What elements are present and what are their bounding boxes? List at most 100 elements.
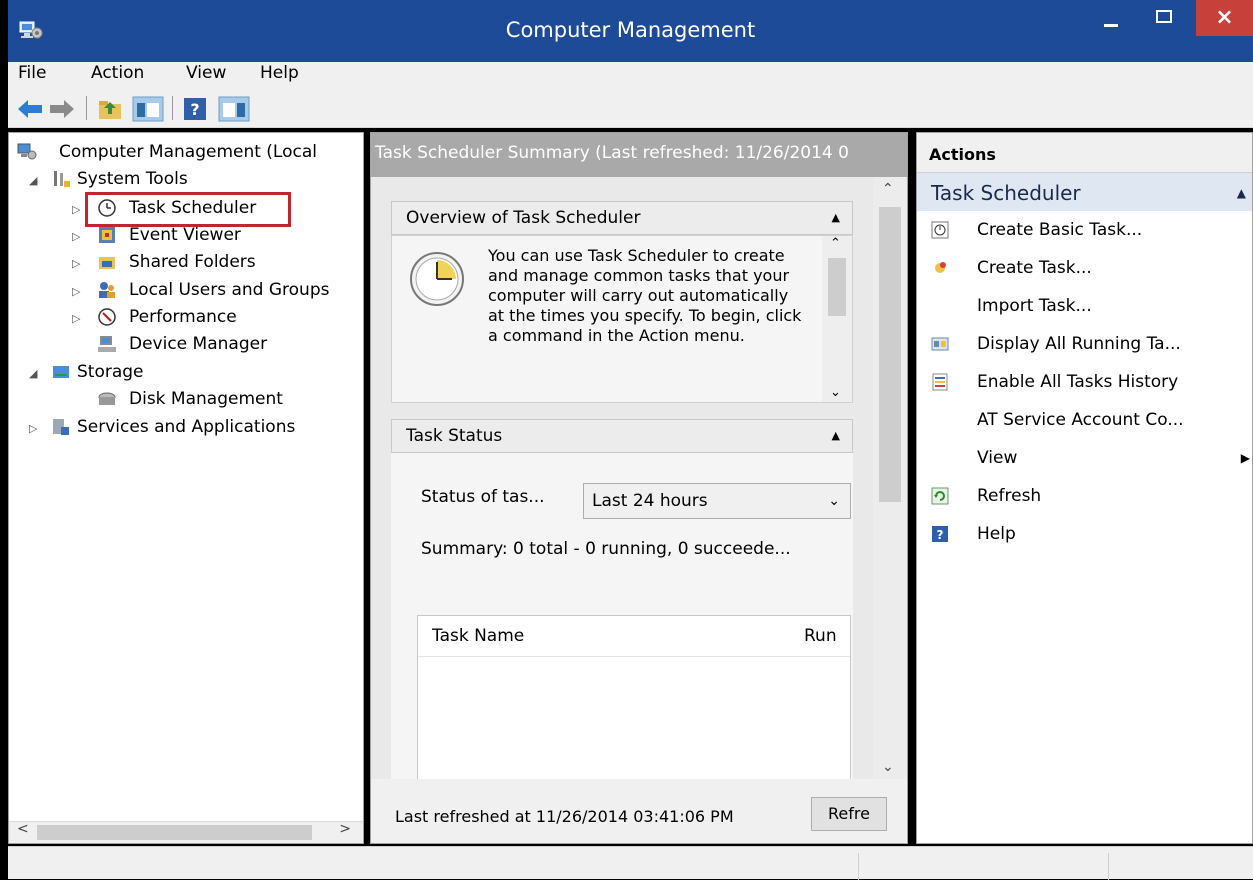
action-at-service-account[interactable]: AT Service Account Co... [917, 401, 1252, 439]
expand-arrow-icon[interactable]: ▷ [72, 224, 80, 250]
maximize-icon [1156, 10, 1172, 23]
scrollbar-thumb[interactable] [879, 207, 901, 502]
expand-arrow-icon[interactable]: ▷ [72, 279, 80, 305]
shared-folders-icon [99, 257, 115, 269]
storage-icon [53, 366, 69, 378]
users-icon [99, 282, 115, 298]
overview-section-header[interactable]: Overview of Task Scheduler ▲ [391, 201, 853, 235]
task-status-area: Status of tas... Last 24 hours ⌄ Summary… [391, 453, 853, 779]
scroll-left-icon[interactable]: < [17, 821, 29, 837]
task-table[interactable]: Task Name Run [417, 615, 851, 779]
scroll-right-icon[interactable]: > [339, 821, 351, 837]
close-icon: × [1215, 5, 1234, 30]
create-task-icon [935, 262, 946, 273]
help-icon: ? [932, 526, 948, 542]
scroll-down-icon[interactable]: ⌄ [882, 759, 894, 775]
maximize-button[interactable] [1143, 0, 1183, 36]
overview-scrollbar[interactable]: ⌃ ⌄ [822, 236, 852, 402]
disk-management-icon [98, 392, 116, 405]
action-create-basic-task[interactable]: Create Basic Task... [917, 211, 1252, 249]
status-label: Status of tas... [421, 487, 545, 507]
menu-action[interactable]: Action [91, 63, 144, 83]
running-tasks-icon [931, 337, 949, 351]
performance-icon [98, 308, 116, 326]
action-create-task[interactable]: Create Task... [917, 249, 1252, 287]
menu-bar: File Action View Help [8, 62, 1253, 90]
action-display-all-running-tasks[interactable]: Display All Running Ta... [917, 325, 1252, 363]
status-bar-divider [1108, 853, 1109, 880]
actions-group-task-scheduler[interactable]: Task Scheduler ▲ [917, 173, 1252, 211]
svg-text:?: ? [937, 528, 944, 542]
title-bar[interactable]: Computer Management × [8, 0, 1253, 62]
menu-help[interactable]: Help [260, 63, 299, 83]
refresh-button[interactable]: Refre [811, 797, 887, 831]
status-period-select[interactable]: Last 24 hours ⌄ [583, 483, 851, 519]
help-icon[interactable]: ? [182, 96, 208, 122]
refresh-icon [931, 487, 949, 505]
status-bar-divider [858, 853, 859, 880]
show-hide-tree-icon[interactable] [132, 96, 164, 122]
summary-text: Summary: 0 total - 0 running, 0 succeede… [421, 539, 791, 559]
scroll-up-icon[interactable]: ⌃ [882, 181, 894, 197]
scrollbar-thumb[interactable] [37, 825, 312, 840]
collapse-arrow-icon[interactable]: ◢ [29, 361, 37, 387]
action-enable-all-tasks-history[interactable]: Enable All Tasks History [917, 363, 1252, 401]
collapse-arrow-icon[interactable]: ◢ [29, 168, 37, 194]
last-refreshed-text: Last refreshed at 11/26/2014 03:41:06 PM [395, 807, 734, 826]
expand-arrow-icon[interactable]: ▷ [72, 306, 80, 332]
chevron-down-icon: ⌄ [828, 493, 840, 509]
action-refresh[interactable]: Refresh [917, 477, 1252, 515]
close-button[interactable]: × [1196, 0, 1253, 36]
collapse-caret-icon[interactable]: ▲ [832, 202, 840, 234]
system-tools-icon [54, 171, 70, 187]
center-footer: Last refreshed at 11/26/2014 03:41:06 PM… [371, 779, 907, 843]
toolbar: ? [8, 90, 1253, 128]
overview-text: You can use Task Scheduler to create and… [488, 246, 802, 345]
scrollbar-thumb[interactable] [828, 258, 846, 316]
console-tree-pane[interactable]: Computer Management (Local ◢ System Tool… [8, 132, 364, 844]
show-hide-action-pane-icon[interactable] [218, 96, 250, 122]
column-header-run[interactable]: Run [804, 616, 837, 656]
scroll-down-icon[interactable]: ⌄ [830, 385, 841, 400]
table-header-divider [418, 656, 850, 657]
horizontal-scrollbar[interactable]: < > [9, 821, 363, 843]
status-bar [8, 846, 1253, 880]
expand-arrow-icon[interactable]: ▷ [29, 416, 37, 442]
task-scheduler-summary-pane: Task Scheduler Summary (Last refreshed: … [370, 132, 908, 844]
action-view[interactable]: View ▶ [917, 439, 1252, 477]
forward-arrow-icon[interactable] [48, 96, 76, 122]
center-body[interactable]: Overview of Task Scheduler ▲ You can use… [371, 177, 907, 779]
center-header: Task Scheduler Summary (Last refreshed: … [371, 133, 907, 177]
collapse-caret-icon[interactable]: ▲ [832, 420, 840, 452]
device-manager-icon [98, 336, 116, 352]
history-icon [932, 373, 948, 391]
up-folder-icon[interactable] [96, 96, 124, 122]
computer-management-icon [17, 143, 37, 160]
clock-icon [410, 252, 464, 306]
back-arrow-icon[interactable] [16, 96, 44, 122]
expand-arrow-icon[interactable]: ▷ [72, 197, 80, 223]
overview-box: You can use Task Scheduler to create and… [391, 235, 853, 403]
task-scheduler-highlight [85, 192, 291, 227]
actions-header: Actions [917, 133, 1252, 173]
menu-file[interactable]: File [18, 63, 46, 83]
task-status-section-header[interactable]: Task Status ▲ [391, 419, 853, 453]
create-basic-task-icon [931, 221, 949, 239]
center-vertical-scrollbar[interactable]: ⌃ ⌄ [873, 177, 907, 779]
submenu-arrow-icon: ▶ [1240, 451, 1250, 465]
action-help[interactable]: ? Help [917, 515, 1252, 553]
collapse-caret-icon[interactable]: ▲ [1237, 173, 1246, 213]
toolbar-separator [172, 96, 173, 120]
minimize-button[interactable] [1091, 0, 1131, 36]
event-viewer-icon [99, 227, 115, 243]
services-icon [53, 419, 69, 435]
scroll-up-icon[interactable]: ⌃ [830, 236, 841, 251]
action-import-task[interactable]: Import Task... [917, 287, 1252, 325]
toolbar-separator [86, 96, 87, 120]
minimize-icon [1104, 24, 1118, 27]
menu-view[interactable]: View [186, 63, 226, 83]
computer-management-window: Computer Management × File Action View H… [0, 0, 1253, 880]
window-title: Computer Management [505, 18, 756, 42]
column-header-task-name[interactable]: Task Name [432, 616, 524, 656]
expand-arrow-icon[interactable]: ▷ [72, 251, 80, 277]
